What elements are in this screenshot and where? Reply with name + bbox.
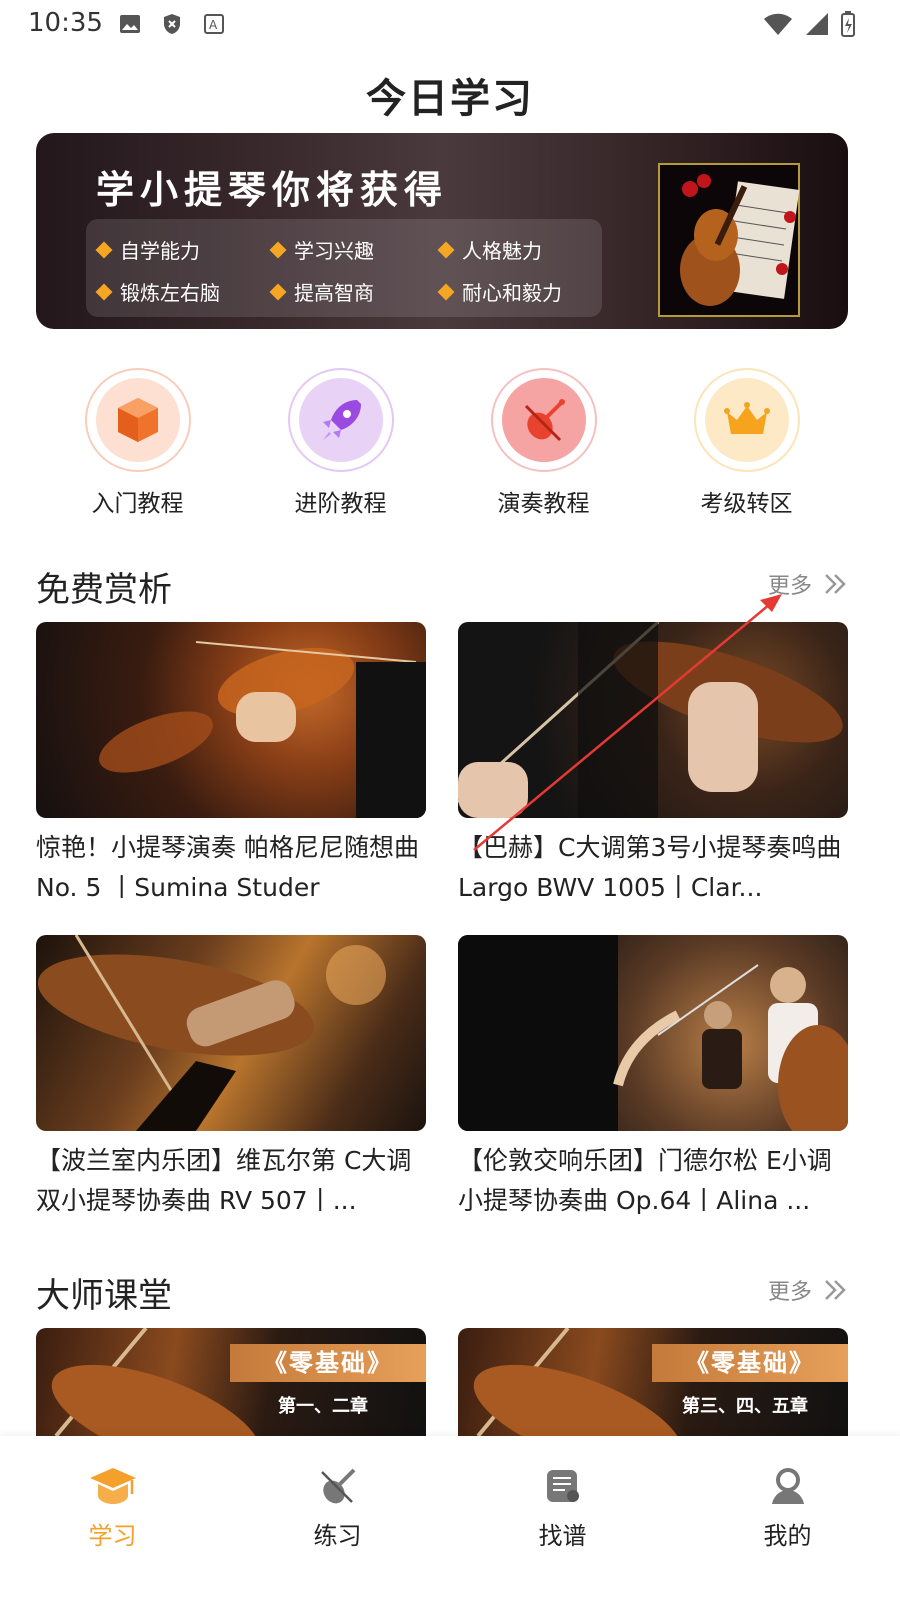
diamond-icon [269, 241, 287, 258]
more-label: 更多 [767, 1280, 812, 1305]
user-icon [771, 1468, 804, 1504]
video-title: 【伦敦交响乐团】门德尔松 E小调小提琴协奏曲 Op.64丨Alina ... [458, 1146, 832, 1215]
video-title: 【巴赫】C大调第3号小提琴奏鸣曲 Largo BWV 1005丨Clar... [458, 833, 842, 902]
category-ring [84, 368, 191, 472]
free-more-button[interactable]: 更多 [768, 568, 848, 600]
free-section-header: 免费赏析 更多 [36, 562, 848, 612]
banner-benefits-box: 自学能力 学习兴趣 人格魅力 锻炼左右脑 提高智商 耐心和毅力 [86, 219, 602, 317]
category-label: 演奏教程 [497, 491, 590, 517]
bottom-nav: 学习 练习 找谱 我的 [0, 1436, 900, 1600]
category-inner [501, 378, 586, 462]
category-exam[interactable]: 考级转区 [672, 368, 822, 518]
video-thumbnail [458, 935, 848, 1131]
page-title: 今日学习 [366, 76, 534, 122]
video-thumbnail [36, 622, 426, 818]
video-card[interactable]: 【巴赫】C大调第3号小提琴奏鸣曲 Largo BWV 1005丨Clar... [458, 622, 848, 908]
banner-violin-image [658, 163, 800, 317]
battery-icon [841, 11, 855, 37]
video-thumbnail [458, 622, 848, 818]
nav-label: 我的 [763, 1522, 812, 1550]
diamond-icon [95, 283, 113, 300]
free-section-title: 免费赏析 [36, 570, 172, 610]
image-icon [120, 15, 140, 33]
double-chevron-right-icon [825, 1280, 846, 1300]
master-class-tag: 《零基础》 [652, 1344, 848, 1382]
more-label: 更多 [767, 574, 812, 599]
diamond-icon [95, 241, 113, 258]
nav-item-practice[interactable]: 练习 [225, 1436, 450, 1600]
rocket-icon [322, 400, 361, 440]
master-class-subtitle: 第三、四、五章 [682, 1396, 808, 1417]
video-card[interactable]: 【波兰室内乐团】维瓦尔第 C大调双小提琴协奏曲 RV 507丨... [36, 935, 426, 1221]
category-ring [287, 368, 394, 472]
crown-icon [723, 402, 770, 434]
violin-icon [524, 399, 565, 442]
master-class-subtitle: 第一、二章 [278, 1396, 368, 1417]
category-grid: 入门教程 进阶教程 演奏教程 考级转区 [36, 368, 848, 518]
status-time: 10:35 [28, 8, 103, 38]
benefit-label: 人格魅力 [462, 239, 542, 263]
promo-banner[interactable]: 学小提琴你将获得 自学能力 学习兴趣 人格魅力 锻炼左右脑 提高智商 耐心和毅力 [36, 133, 848, 329]
category-inner [95, 378, 180, 462]
cube-icon [117, 398, 158, 442]
font-icon: A [204, 14, 224, 34]
video-card[interactable]: 惊艳！小提琴演奏 帕格尼尼随想曲No. 5 丨Sumina Studer [36, 622, 426, 908]
category-inner [704, 378, 789, 462]
master-section-title: 大师课堂 [36, 1276, 172, 1316]
category-label: 进阶教程 [294, 491, 387, 517]
benefit-item: 锻炼左右脑 [95, 277, 220, 306]
benefit-item: 提高智商 [269, 277, 374, 306]
diamond-icon [269, 283, 287, 300]
status-icons-left: A [118, 12, 226, 36]
signal-icon [806, 13, 828, 35]
nav-label: 学习 [88, 1522, 137, 1550]
violin-icon [320, 1468, 355, 1504]
nav-item-scores[interactable]: 找谱 [450, 1436, 675, 1600]
benefit-label: 学习兴趣 [294, 239, 374, 263]
nav-item-profile[interactable]: 我的 [675, 1436, 900, 1600]
master-section-header: 大师课堂 更多 [36, 1268, 848, 1318]
status-bar: 10:35 A [0, 0, 900, 48]
graduation-cap-icon [89, 1468, 136, 1504]
category-label: 入门教程 [91, 491, 184, 517]
category-advanced[interactable]: 进阶教程 [266, 368, 416, 518]
benefit-item: 人格魅力 [437, 235, 542, 264]
benefit-label: 自学能力 [120, 239, 200, 263]
status-icons-right [762, 10, 856, 38]
benefit-item: 学习兴趣 [269, 235, 374, 264]
video-thumbnail [36, 935, 426, 1131]
double-chevron-right-icon [825, 574, 846, 594]
svg-text:A: A [209, 18, 218, 32]
category-beginner[interactable]: 入门教程 [63, 368, 213, 518]
banner-title: 学小提琴你将获得 [96, 168, 449, 212]
category-label: 考级转区 [700, 491, 793, 517]
video-title: 惊艳！小提琴演奏 帕格尼尼随想曲No. 5 丨Sumina Studer [36, 833, 419, 902]
category-performance[interactable]: 演奏教程 [469, 368, 619, 518]
category-inner [298, 378, 383, 462]
category-ring [693, 368, 800, 472]
nav-label: 找谱 [538, 1522, 587, 1550]
diamond-icon [437, 283, 455, 300]
diamond-icon [437, 241, 455, 258]
score-icon [546, 1470, 579, 1502]
benefit-item: 自学能力 [95, 235, 200, 264]
shield-icon [164, 14, 180, 34]
master-class-card[interactable]: 《零基础》 第一、二章 [36, 1328, 426, 1436]
master-class-tag: 《零基础》 [230, 1344, 426, 1382]
nav-label: 练习 [313, 1522, 362, 1550]
benefit-item: 耐心和毅力 [437, 277, 562, 306]
master-class-card[interactable]: 《零基础》 第三、四、五章 [458, 1328, 848, 1436]
benefit-label: 提高智商 [294, 281, 374, 305]
category-ring [490, 368, 597, 472]
wifi-icon [764, 13, 792, 35]
video-title: 【波兰室内乐团】维瓦尔第 C大调双小提琴协奏曲 RV 507丨... [36, 1146, 412, 1215]
video-card[interactable]: 【伦敦交响乐团】门德尔松 E小调小提琴协奏曲 Op.64丨Alina ... [458, 935, 848, 1221]
nav-item-study[interactable]: 学习 [0, 1436, 225, 1600]
master-more-button[interactable]: 更多 [768, 1274, 848, 1306]
benefit-label: 锻炼左右脑 [120, 281, 220, 305]
benefit-label: 耐心和毅力 [462, 281, 562, 305]
